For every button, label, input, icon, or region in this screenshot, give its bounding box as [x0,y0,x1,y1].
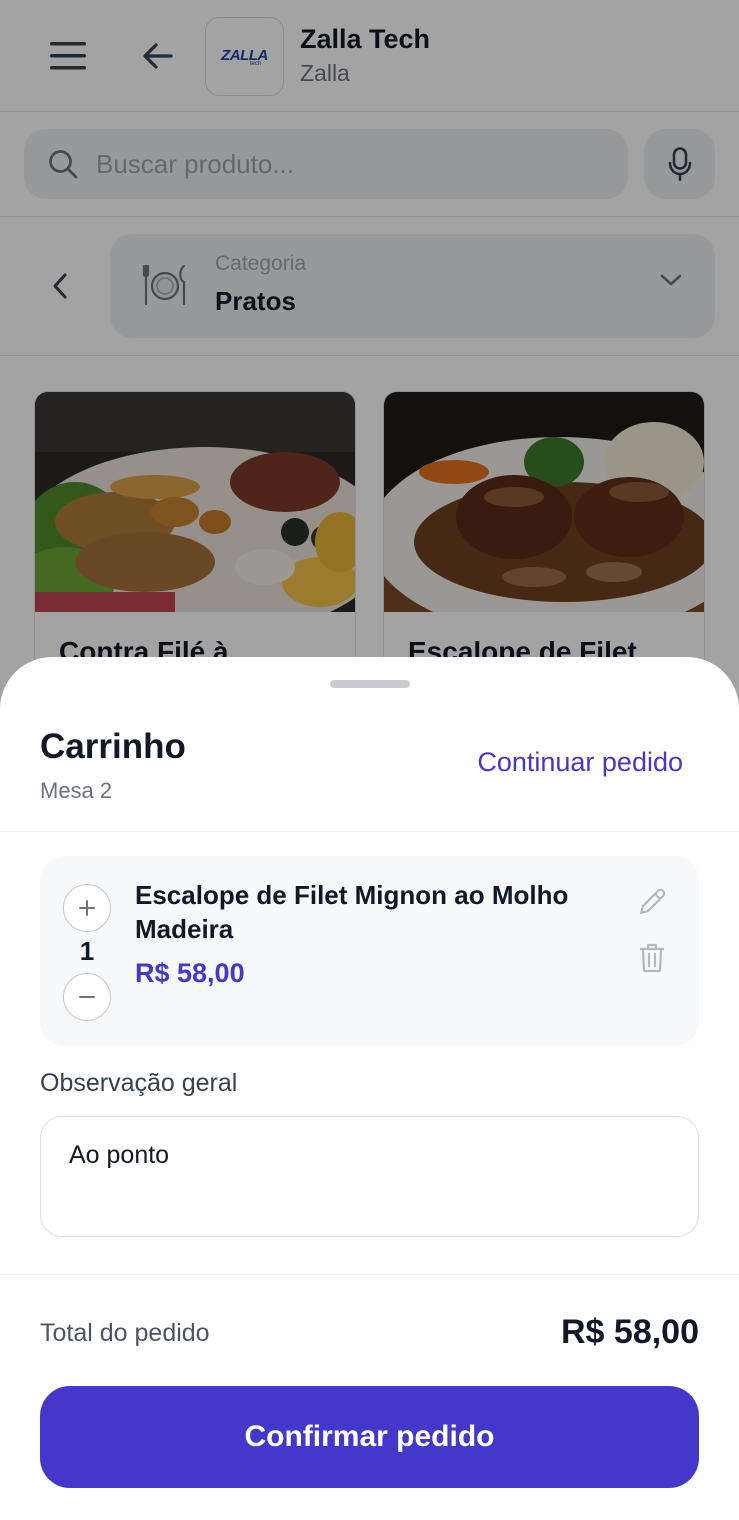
minus-icon [79,996,95,998]
increase-quantity-button[interactable] [63,884,111,932]
item-name: Escalope de Filet Mignon ao Molho Madeir… [135,880,569,944]
divider [0,1274,739,1275]
total-value: R$ 58,00 [561,1313,699,1351]
item-quantity: 1 [79,936,95,966]
item-price: R$ 58,00 [135,958,245,988]
divider [0,831,739,832]
cart-item: 1 Escalope de Filet Mignon ao Molho Made… [40,856,699,1046]
observation-field[interactable]: Ao ponto [40,1116,699,1237]
confirm-order-button[interactable]: Confirmar pedido [40,1386,699,1488]
sheet-drag-handle[interactable] [330,680,410,688]
trash-icon [640,943,664,973]
continue-order-button[interactable]: Continuar pedido [477,747,683,778]
table-label: Mesa 2 [40,778,113,803]
edit-item-button[interactable] [634,884,670,920]
cart-bottom-sheet: Carrinho Mesa 2 Continuar pedido 1 Escal… [0,657,739,1520]
decrease-quantity-button[interactable] [63,973,111,1021]
cart-title: Carrinho [40,727,186,766]
plus-icon [79,900,95,916]
delete-item-button[interactable] [634,940,670,976]
total-label: Total do pedido [40,1319,210,1347]
observation-label: Observação geral [40,1069,238,1097]
pencil-icon [639,888,666,915]
